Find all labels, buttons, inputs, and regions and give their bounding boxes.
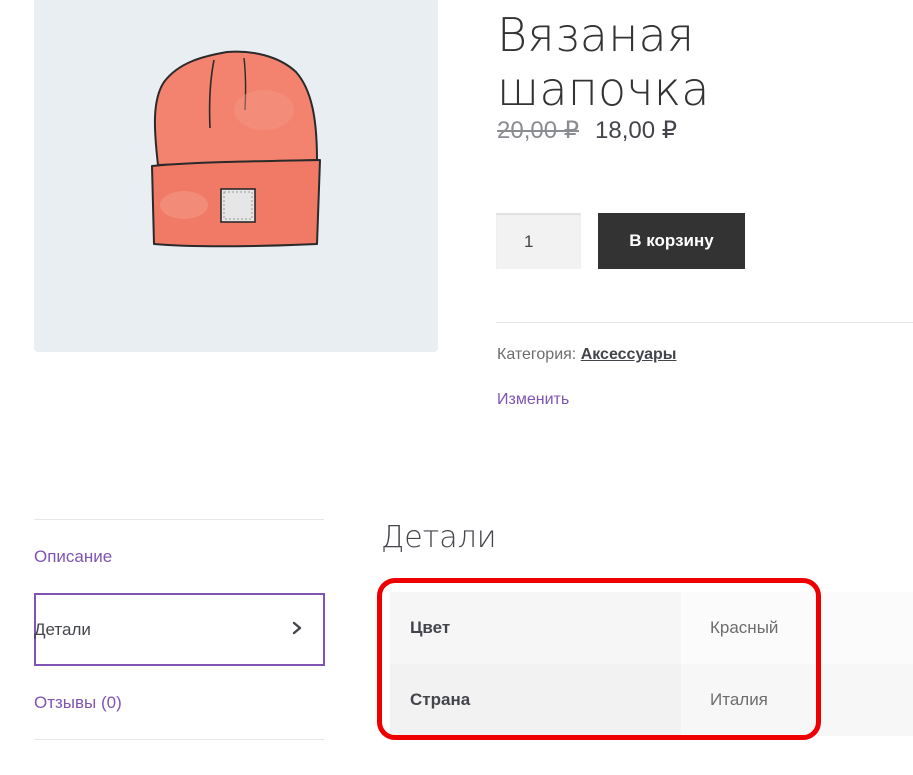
category-label: Категория: bbox=[497, 346, 577, 363]
beanie-hat-image bbox=[151, 50, 321, 248]
product-category: Категория: Аксессуары bbox=[497, 346, 676, 364]
tab-details[interactable]: Детали bbox=[34, 593, 325, 666]
tab-description[interactable]: Описание bbox=[34, 520, 324, 593]
chevron-right-icon bbox=[292, 621, 302, 635]
attribute-name: Цвет bbox=[390, 592, 681, 664]
product-tabs: Описание Детали Отзывы (0) bbox=[34, 519, 325, 740]
tab-reviews[interactable]: Отзывы (0) bbox=[34, 666, 324, 739]
quantity-input[interactable] bbox=[496, 213, 581, 269]
sale-price: 18,00 ₽ bbox=[595, 117, 677, 144]
add-to-cart-button[interactable]: В корзину bbox=[598, 213, 745, 269]
product-title: Вязаная шапочка bbox=[497, 8, 710, 116]
edit-link[interactable]: Изменить bbox=[497, 391, 569, 409]
attributes-table: Цвет Красный Страна Италия bbox=[390, 592, 913, 736]
details-heading: Детали bbox=[381, 520, 497, 555]
category-link[interactable]: Аксессуары bbox=[581, 346, 677, 363]
attribute-value: Красный bbox=[681, 592, 913, 664]
tab-label: Отзывы (0) bbox=[34, 692, 122, 712]
divider bbox=[496, 322, 913, 323]
attribute-name: Страна bbox=[390, 664, 681, 736]
old-price: 20,00 ₽ bbox=[497, 117, 579, 144]
product-image[interactable] bbox=[34, 0, 438, 352]
table-row: Цвет Красный bbox=[390, 592, 913, 664]
tab-divider bbox=[34, 739, 324, 740]
table-row: Страна Италия bbox=[390, 664, 913, 736]
tab-label: Описание bbox=[34, 546, 113, 566]
attribute-value: Италия bbox=[681, 664, 913, 736]
tab-label: Детали bbox=[34, 619, 91, 639]
